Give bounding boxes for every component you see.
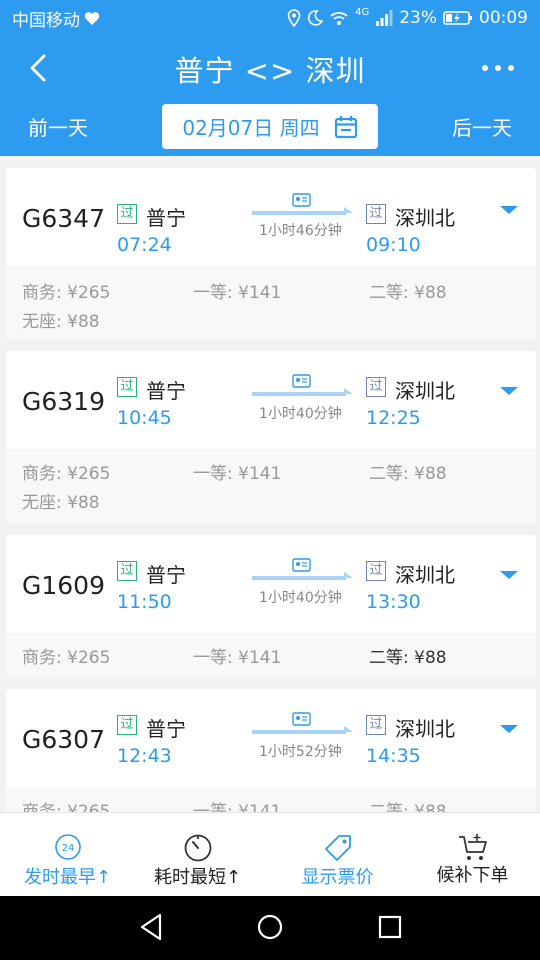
destination-station: 深圳北 bbox=[395, 717, 455, 741]
sort-toolbar: 24 发时最早↑ 耗时最短↑ 显示票价 候补下单 bbox=[0, 812, 540, 896]
wifi-icon bbox=[330, 12, 348, 25]
price-first-class: 一等: ¥141 bbox=[193, 802, 282, 812]
clock-24-icon: 24 bbox=[54, 834, 81, 860]
pass-through-badge: 过 bbox=[366, 561, 386, 581]
page-title: 普宁 <> 深圳 bbox=[174, 54, 366, 88]
depart-time: 07:24 bbox=[117, 234, 172, 256]
network-type: 4G bbox=[355, 6, 370, 18]
timer-icon bbox=[184, 834, 211, 862]
sort-shortest-label: 耗时最短↑ bbox=[153, 867, 242, 888]
pass-through-badge: 过 bbox=[117, 715, 137, 735]
calendar-icon bbox=[334, 115, 357, 138]
pass-through-badge: 过 bbox=[117, 204, 137, 224]
price-second-class: 二等: ¥88 bbox=[369, 464, 447, 484]
destination-station: 深圳北 bbox=[395, 379, 455, 403]
price-business: 商务: ¥265 bbox=[22, 648, 111, 668]
battery-percent: 23% bbox=[399, 8, 437, 28]
origin-station: 普宁 bbox=[146, 379, 186, 403]
train-number: G1609 bbox=[22, 571, 105, 600]
depart-time: 11:50 bbox=[117, 591, 172, 613]
selected-date: 02月07日 周四 bbox=[182, 116, 320, 140]
sort-earliest-departure-button[interactable]: 24 发时最早↑ bbox=[0, 813, 135, 897]
train-card[interactable]: G1609 过 普宁 11:50 1小时40分钟 过 深圳北 13:30 商务:… bbox=[6, 535, 536, 677]
price-first-class: 一等: ¥141 bbox=[193, 283, 282, 303]
signal-icon bbox=[376, 10, 393, 26]
svg-text:24: 24 bbox=[61, 843, 74, 854]
price-standing: 无座: ¥88 bbox=[22, 493, 100, 513]
location-icon bbox=[287, 9, 301, 27]
show-price-label: 显示票价 bbox=[301, 867, 374, 888]
waitlist-label: 候补下单 bbox=[436, 865, 509, 886]
travel-duration: 1小时40分钟 bbox=[259, 406, 342, 422]
expand-chevron-icon[interactable] bbox=[498, 385, 520, 397]
destination-station: 深圳北 bbox=[395, 206, 455, 230]
price-standing: 无座: ¥88 bbox=[22, 312, 100, 332]
travel-duration: 1小时46分钟 bbox=[259, 223, 342, 239]
status-bar: 中国移动 4G 23% 00:09 bbox=[0, 0, 540, 36]
nav-recents-icon[interactable] bbox=[377, 912, 403, 942]
price-business: 商务: ¥265 bbox=[22, 464, 111, 484]
train-card[interactable]: G6307 过 普宁 12:43 1小时52分钟 过 深圳北 14:35 商务:… bbox=[6, 689, 536, 812]
destination-station: 深圳北 bbox=[395, 563, 455, 587]
train-number: G6307 bbox=[22, 725, 105, 754]
carrier-name: 中国移动 bbox=[12, 10, 80, 31]
origin-station: 普宁 bbox=[146, 717, 186, 741]
sort-shortest-duration-button[interactable]: 耗时最短↑ bbox=[130, 813, 265, 897]
pass-through-badge: 过 bbox=[366, 377, 386, 397]
price-second-class: 二等: ¥88 bbox=[369, 802, 447, 812]
route-arrow-icon bbox=[252, 558, 353, 580]
date-picker[interactable]: 02月07日 周四 bbox=[162, 104, 378, 149]
more-button[interactable] bbox=[480, 54, 516, 82]
depart-time: 10:45 bbox=[117, 407, 172, 429]
pass-through-badge: 过 bbox=[117, 377, 137, 397]
next-day-button[interactable]: 后一天 bbox=[452, 112, 512, 141]
prev-day-button[interactable]: 前一天 bbox=[28, 112, 88, 141]
expand-chevron-icon[interactable] bbox=[498, 569, 520, 581]
cart-add-icon bbox=[458, 834, 487, 860]
travel-duration: 1小时52分钟 bbox=[259, 744, 342, 760]
depart-time: 12:43 bbox=[117, 745, 172, 767]
header: 普宁 <> 深圳 前一天 02月07日 周四 后一天 bbox=[0, 36, 540, 156]
origin-station: 普宁 bbox=[146, 563, 186, 587]
price-second-class: 二等: ¥88 bbox=[369, 648, 447, 668]
route-arrow-icon bbox=[252, 374, 353, 396]
price-tag-icon bbox=[324, 835, 351, 861]
heart-icon bbox=[84, 11, 100, 25]
price-first-class: 一等: ¥141 bbox=[193, 464, 282, 484]
train-number: G6347 bbox=[22, 204, 105, 233]
waitlist-order-button[interactable]: 候补下单 bbox=[405, 813, 540, 897]
train-number: G6319 bbox=[22, 387, 105, 416]
pass-through-badge: 过 bbox=[366, 715, 386, 735]
nav-home-icon[interactable] bbox=[256, 912, 284, 942]
show-price-button[interactable]: 显示票价 bbox=[270, 813, 405, 897]
pass-through-badge: 过 bbox=[366, 204, 386, 224]
battery-charging-icon bbox=[443, 11, 472, 25]
price-first-class: 一等: ¥141 bbox=[193, 648, 282, 668]
route-arrow-icon bbox=[252, 193, 353, 215]
more-dots-icon bbox=[482, 65, 514, 71]
price-business: 商务: ¥265 bbox=[22, 802, 111, 812]
price-second-class: 二等: ¥88 bbox=[369, 283, 447, 303]
arrive-time: 14:35 bbox=[366, 745, 421, 767]
clock-time: 00:09 bbox=[479, 8, 528, 28]
moon-icon bbox=[308, 10, 324, 26]
arrive-time: 12:25 bbox=[366, 407, 421, 429]
sort-earliest-label: 发时最早↑ bbox=[23, 867, 112, 888]
train-card[interactable]: G6347 过 普宁 07:24 1小时46分钟 过 深圳北 09:10 商务:… bbox=[6, 168, 536, 340]
nav-back-icon[interactable] bbox=[138, 912, 164, 942]
travel-duration: 1小时40分钟 bbox=[259, 590, 342, 606]
arrive-time: 09:10 bbox=[366, 234, 421, 256]
origin-station: 普宁 bbox=[146, 206, 186, 230]
expand-chevron-icon[interactable] bbox=[498, 723, 520, 735]
train-list[interactable]: G6347 过 普宁 07:24 1小时46分钟 过 深圳北 09:10 商务:… bbox=[0, 157, 540, 812]
arrive-time: 13:30 bbox=[366, 591, 421, 613]
expand-chevron-icon[interactable] bbox=[498, 204, 520, 216]
route-arrow-icon bbox=[252, 712, 353, 734]
pass-through-badge: 过 bbox=[117, 561, 137, 581]
system-navigation-bar bbox=[0, 896, 540, 960]
price-business: 商务: ¥265 bbox=[22, 283, 111, 303]
train-card[interactable]: G6319 过 普宁 10:45 1小时40分钟 过 深圳北 12:25 商务:… bbox=[6, 351, 536, 523]
